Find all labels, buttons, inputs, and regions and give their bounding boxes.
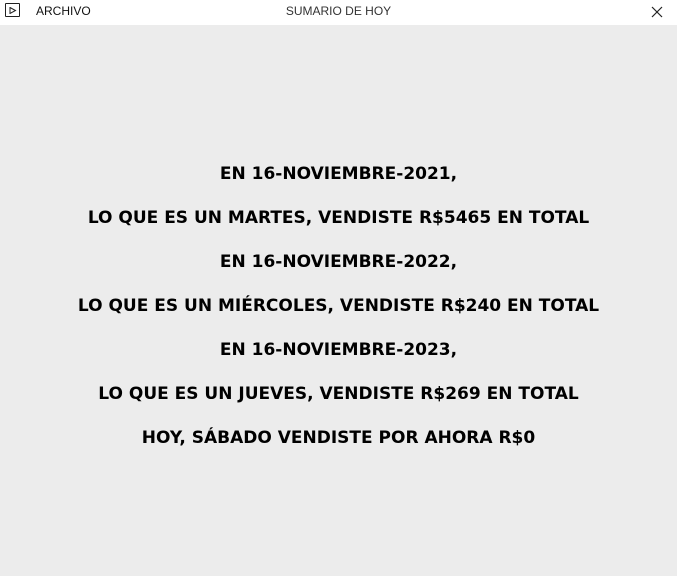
sales-summary: EN 16-NOVIEMBRE-2021, LO QUE ES UN MARTE…: [0, 160, 677, 468]
summary-today: HOY, SÁBADO VENDISTE POR AHORA R$0: [141, 428, 536, 448]
summary-date-2023: EN 16-NOVIEMBRE-2023,: [219, 340, 458, 360]
title-bar: ARCHIVO SUMARIO DE HOY: [0, 0, 677, 25]
summary-sales-2022: LO QUE ES UN MIÉRCOLES, VENDISTE R$240 E…: [77, 296, 600, 316]
summary-window: ARCHIVO SUMARIO DE HOY EN 16-NOVIEMBRE-2…: [0, 0, 677, 576]
close-icon: [651, 6, 663, 18]
close-button[interactable]: [637, 0, 677, 24]
window-title: SUMARIO DE HOY: [285, 4, 392, 18]
summary-date-2022: EN 16-NOVIEMBRE-2022,: [219, 252, 458, 272]
summary-sales-2021: LO QUE ES UN MARTES, VENDISTE R$5465 EN …: [87, 208, 590, 228]
summary-date-2021: EN 16-NOVIEMBRE-2021,: [219, 164, 458, 184]
menu-archivo[interactable]: ARCHIVO: [36, 4, 91, 18]
summary-sales-2023: LO QUE ES UN JUEVES, VENDISTE R$269 EN T…: [98, 384, 579, 404]
window-icon: [5, 3, 20, 17]
